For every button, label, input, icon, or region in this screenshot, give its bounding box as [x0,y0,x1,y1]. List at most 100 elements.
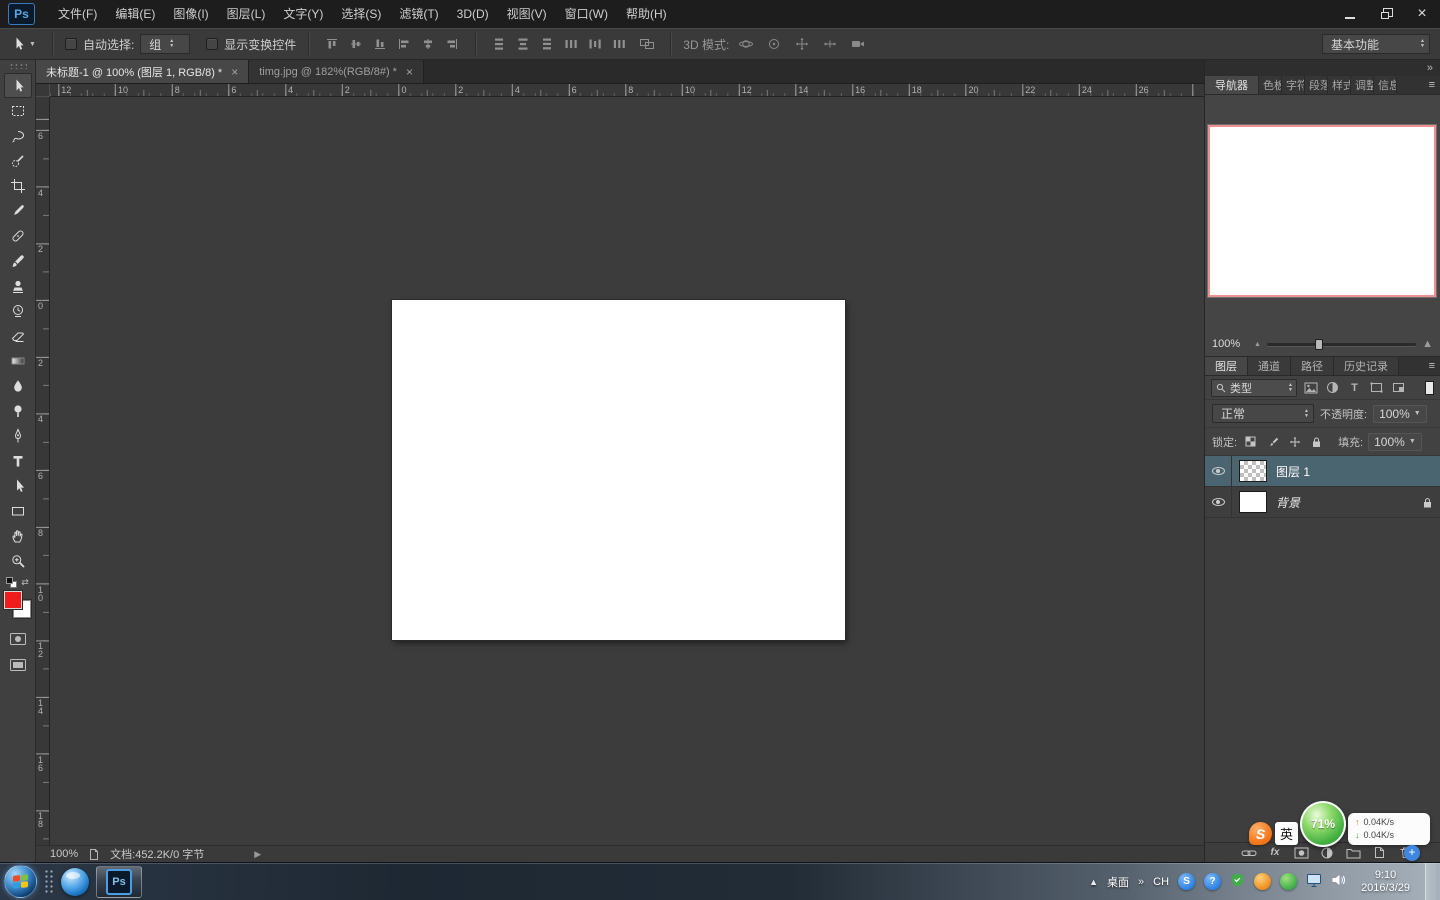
panel-tab-1[interactable]: 通道 [1248,357,1291,375]
status-zoom-value[interactable]: 100% [50,848,78,860]
status-flyout-icon[interactable]: ▶ [254,849,261,860]
align-bottom-button[interactable] [369,34,391,54]
status-page-icon[interactable] [88,848,100,861]
navigator-preview[interactable] [1208,125,1436,297]
sogou-ime-icon[interactable]: S [1249,822,1272,845]
sogou-tray-icon[interactable]: S [1178,873,1195,890]
document-tab[interactable]: timg.jpg @ 182%(RGB/8#) *× [249,60,424,83]
tool-eyedropper[interactable] [4,198,32,223]
tool-clone-stamp[interactable] [4,273,32,298]
menu-item-5[interactable]: 选择(S) [332,0,390,28]
align-right-button[interactable] [441,34,463,54]
photoshop-taskbar-button[interactable]: Ps [96,866,142,898]
tool-eraser[interactable] [4,323,32,348]
filter-smart-object-icon[interactable] [1390,379,1407,397]
lock-transparency-icon[interactable] [1242,433,1259,450]
blend-mode-dropdown[interactable]: 正常 ▲▼ [1212,404,1314,423]
network-tray-icon[interactable] [1306,873,1322,891]
add-layer-mask-button[interactable] [1293,845,1309,860]
auto-select-checkbox[interactable] [65,38,77,50]
taskbar-clock[interactable]: 9:10 2016/3/29 [1355,869,1416,895]
panel-tab-2[interactable]: 路径 [1291,357,1334,375]
filter-image-icon[interactable] [1302,379,1319,397]
tool-rectangle-shape[interactable] [4,498,32,523]
panel-tab-3[interactable]: 历史记录 [1334,357,1399,375]
collapse-panels-icon[interactable]: » [1427,62,1433,74]
panel-menu-icon[interactable]: ≡ [1424,76,1440,94]
layer-name[interactable]: 图层 1 [1276,463,1310,480]
horizontal-ruler[interactable]: 1210864202468101214161820222426 [50,84,1204,97]
tool-crop[interactable] [4,173,32,198]
panel-tab-0[interactable]: 色板 [1259,76,1282,94]
tool-rectangular-marquee[interactable] [4,98,32,123]
distribute-top-button[interactable] [488,34,510,54]
menu-item-2[interactable]: 图像(I) [164,0,217,28]
zoom-in-icon[interactable]: ▲ [1422,338,1433,350]
3d-roll-button[interactable] [763,34,785,54]
lock-all-icon[interactable] [1308,433,1325,450]
start-button[interactable] [4,865,37,898]
language-indicator[interactable]: CH [1153,876,1169,888]
distribute-horizontal-center-button[interactable] [584,34,606,54]
ime-mode-indicator[interactable]: 英 [1275,822,1298,845]
close-button[interactable]: × [1404,0,1440,28]
tab-navigator[interactable]: 导航器 [1205,76,1259,94]
tool-history-brush[interactable] [4,298,32,323]
tool-type[interactable] [4,448,32,473]
distribute-vertical-center-button[interactable] [512,34,534,54]
shield-tray-icon[interactable] [1230,872,1245,891]
filter-type-dropdown[interactable]: 类型 ▲▼ [1211,379,1297,397]
tray-expand-icon[interactable]: ▲ [1089,877,1098,887]
tool-dodge[interactable] [4,398,32,423]
opacity-field[interactable]: 100% ▼ [1373,405,1427,423]
tool-pen[interactable] [4,423,32,448]
menu-item-10[interactable]: 帮助(H) [617,0,676,28]
filter-shape-icon[interactable] [1368,379,1385,397]
tool-blur[interactable] [4,373,32,398]
auto-select-dropdown[interactable]: 组 ▲▼ [140,34,190,54]
3d-orbit-button[interactable] [735,34,757,54]
quick-mask-button[interactable] [4,628,32,650]
align-vertical-center-button[interactable] [345,34,367,54]
tool-preset-picker[interactable]: ▼ [10,36,36,52]
help-tray-icon[interactable]: ? [1204,873,1221,890]
visibility-toggle[interactable] [1205,456,1232,486]
orange-tray-icon[interactable] [1254,873,1271,890]
navigator-zoom-slider[interactable] [1267,343,1416,346]
screen-mode-button[interactable] [4,654,32,676]
minimize-button[interactable] [1332,0,1368,28]
panel-tab-3[interactable]: 样式 [1328,76,1351,94]
restore-button[interactable] [1368,0,1404,28]
tool-move[interactable] [4,73,32,98]
lock-position-icon[interactable] [1286,433,1303,450]
link-layers-button[interactable] [1241,845,1257,860]
new-layer-button[interactable] [1371,845,1387,860]
tool-zoom[interactable] [4,548,32,573]
menu-item-3[interactable]: 图层(L) [218,0,275,28]
auto-align-button[interactable] [636,34,658,54]
menu-item-4[interactable]: 文字(Y) [274,0,332,28]
align-left-button[interactable] [393,34,415,54]
show-transform-checkbox[interactable] [206,38,218,50]
distribute-right-button[interactable] [608,34,630,54]
layer-thumbnail[interactable] [1239,460,1267,482]
menu-item-6[interactable]: 滤镜(T) [390,0,447,28]
layer-row[interactable]: 背景 [1205,487,1440,518]
fill-field[interactable]: 100% ▼ [1368,433,1422,451]
tab-close-icon[interactable]: × [231,65,238,79]
navigator-zoom-value[interactable]: 100% [1212,338,1248,350]
swap-colors-icon[interactable]: ⇄ [21,577,29,588]
filter-toggle-switch[interactable] [1425,381,1434,395]
new-group-button[interactable] [1345,845,1361,860]
toolbar-grip-icon[interactable] [9,63,27,69]
tool-brush[interactable] [4,248,32,273]
taskbar-grip-icon[interactable] [44,869,54,895]
3d-pan-button[interactable] [791,34,813,54]
foreground-color-swatch[interactable] [4,591,22,609]
volume-tray-icon[interactable] [1331,873,1346,890]
menu-item-0[interactable]: 文件(F) [49,0,106,28]
tool-spot-healing-brush[interactable] [4,223,32,248]
layer-row[interactable]: 图层 1 [1205,456,1440,487]
default-colors-icon[interactable] [6,577,17,588]
tool-lasso[interactable] [4,123,32,148]
